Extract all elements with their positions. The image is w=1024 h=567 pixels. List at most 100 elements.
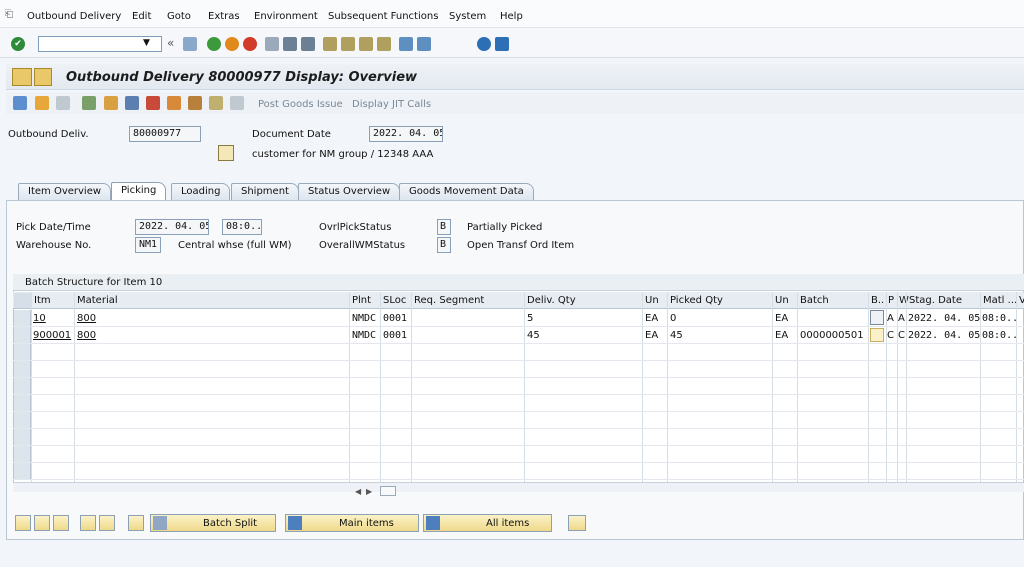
last-page-icon[interactable] <box>377 37 391 51</box>
tab-loading[interactable]: Loading <box>171 183 231 200</box>
horizontal-scrollbar[interactable] <box>13 482 1024 492</box>
currency-icon[interactable] <box>568 515 586 531</box>
row-selector[interactable] <box>14 310 31 326</box>
header-details-icon[interactable] <box>82 96 96 110</box>
pick-time-field[interactable]: 08:0.. <box>222 219 262 235</box>
batch-determination-icon[interactable] <box>870 310 884 325</box>
first-page-icon[interactable] <box>323 37 337 51</box>
overall-wm-status-field[interactable]: B <box>437 237 451 253</box>
col-plnt[interactable]: Plnt <box>352 295 371 306</box>
cancel-icon[interactable] <box>243 37 257 51</box>
col-p[interactable]: P <box>888 295 894 306</box>
enter-icon[interactable]: ✔ <box>11 37 25 51</box>
partner-icon[interactable] <box>104 96 118 110</box>
row-selector[interactable] <box>14 446 31 462</box>
new-session-icon[interactable] <box>399 37 413 51</box>
col-stag-date[interactable]: Stag. Date <box>909 295 962 306</box>
col-picked-qty[interactable]: Picked Qty <box>670 295 723 306</box>
command-dropdown-icon[interactable]: ▼ <box>143 38 150 48</box>
menu-environment[interactable]: Environment <box>254 11 318 22</box>
pick-date-field[interactable]: 2022. 04. 05 <box>135 219 209 235</box>
display-jit-calls-button[interactable]: Display JIT Calls <box>352 99 431 110</box>
col-material[interactable]: Material <box>77 295 118 306</box>
menu-edit[interactable]: Edit <box>132 11 151 22</box>
row-selector[interactable] <box>14 378 31 394</box>
select-all-button[interactable] <box>14 293 31 308</box>
ship-to-detail-icon[interactable] <box>218 145 234 161</box>
col-w[interactable]: W <box>899 295 909 306</box>
delete-row-icon[interactable] <box>99 515 115 531</box>
row-selector[interactable] <box>14 395 31 411</box>
previous-page-icon[interactable] <box>341 37 355 51</box>
menu-subsequent-functions[interactable]: Subsequent Functions <box>328 11 438 22</box>
save-icon[interactable] <box>183 37 197 51</box>
cell-picked-qty[interactable]: 0 <box>670 313 676 324</box>
tab-status-overview[interactable]: Status Overview <box>298 183 401 200</box>
cell-material[interactable]: 800 <box>77 313 96 324</box>
warehouse-field[interactable]: NM1 <box>135 237 161 253</box>
select-all-icon[interactable] <box>34 515 50 531</box>
deselect-all-icon[interactable] <box>53 515 69 531</box>
menu-help[interactable]: Help <box>500 11 523 22</box>
row-selector[interactable] <box>14 344 31 360</box>
col-v[interactable]: V <box>1019 295 1024 306</box>
cell-itm[interactable]: 900001 <box>33 330 71 341</box>
col-itm[interactable]: Itm <box>34 295 51 306</box>
scroll-left-icon[interactable]: ◀ <box>355 487 361 496</box>
batch-split-button[interactable]: Batch Split <box>150 514 276 532</box>
display-change-icon[interactable] <box>13 96 27 110</box>
back-icon[interactable] <box>207 37 221 51</box>
post-goods-issue-button[interactable]: Post Goods Issue <box>258 99 343 110</box>
all-items-button[interactable]: All items <box>423 514 552 532</box>
menu-extras[interactable]: Extras <box>208 11 240 22</box>
create-icon[interactable] <box>35 96 49 110</box>
row-selector[interactable] <box>14 429 31 445</box>
details-icon[interactable] <box>15 515 31 531</box>
scroll-thumb[interactable] <box>380 486 396 496</box>
menu-icon[interactable]: ⎗ <box>5 9 13 20</box>
help-icon[interactable] <box>477 37 491 51</box>
batch-field-input[interactable] <box>870 328 884 342</box>
outbound-deliv-field[interactable]: 80000977 <box>129 126 201 142</box>
find-icon[interactable] <box>283 37 297 51</box>
ovrl-pick-status-field[interactable]: B <box>437 219 451 235</box>
batch-icon[interactable] <box>167 96 181 110</box>
row-selector[interactable] <box>14 412 31 428</box>
cell-picked-qty[interactable]: 45 <box>670 330 683 341</box>
exit-icon[interactable] <box>225 37 239 51</box>
cell-batch[interactable]: 0000000501 <box>800 330 864 341</box>
menu-goto[interactable]: Goto <box>167 11 191 22</box>
texts-icon[interactable] <box>146 96 160 110</box>
col-b[interactable]: B.. <box>871 295 884 306</box>
tab-item-overview[interactable]: Item Overview <box>18 183 112 200</box>
cell-material[interactable]: 800 <box>77 330 96 341</box>
col-deliv-qty[interactable]: Deliv. Qty <box>527 295 576 306</box>
delete-icon[interactable] <box>56 96 70 110</box>
tab-shipment[interactable]: Shipment <box>231 183 299 200</box>
find-next-icon[interactable] <box>301 37 315 51</box>
next-page-icon[interactable] <box>359 37 373 51</box>
col-matl[interactable]: Matl ... <box>983 295 1017 306</box>
grid-icon[interactable] <box>230 96 244 110</box>
document-date-field[interactable]: 2022. 04. 05 <box>369 126 443 142</box>
col-sloc[interactable]: SLoc <box>383 295 406 306</box>
sap-menu-icon[interactable] <box>12 68 32 86</box>
layout-menu-icon[interactable] <box>495 37 509 51</box>
pack-icon[interactable] <box>209 96 223 110</box>
history-back-icon[interactable]: « <box>167 36 174 50</box>
split-icon[interactable] <box>128 515 144 531</box>
stack-icon[interactable] <box>125 96 139 110</box>
document-flow-icon[interactable] <box>188 96 202 110</box>
print-icon[interactable] <box>265 37 279 51</box>
cell-itm[interactable]: 10 <box>33 313 46 324</box>
scroll-right-icon[interactable]: ▶ <box>366 487 372 496</box>
row-selector[interactable] <box>14 361 31 377</box>
menu-system[interactable]: System <box>449 11 486 22</box>
menu-outbound-delivery[interactable]: Outbound Delivery <box>27 11 121 22</box>
row-selector[interactable] <box>14 463 31 479</box>
col-req-segment[interactable]: Req. Segment <box>414 295 484 306</box>
title-options-icon[interactable] <box>34 68 52 86</box>
shortcut-icon[interactable] <box>417 37 431 51</box>
col-un[interactable]: Un <box>645 295 659 306</box>
insert-row-icon[interactable] <box>80 515 96 531</box>
